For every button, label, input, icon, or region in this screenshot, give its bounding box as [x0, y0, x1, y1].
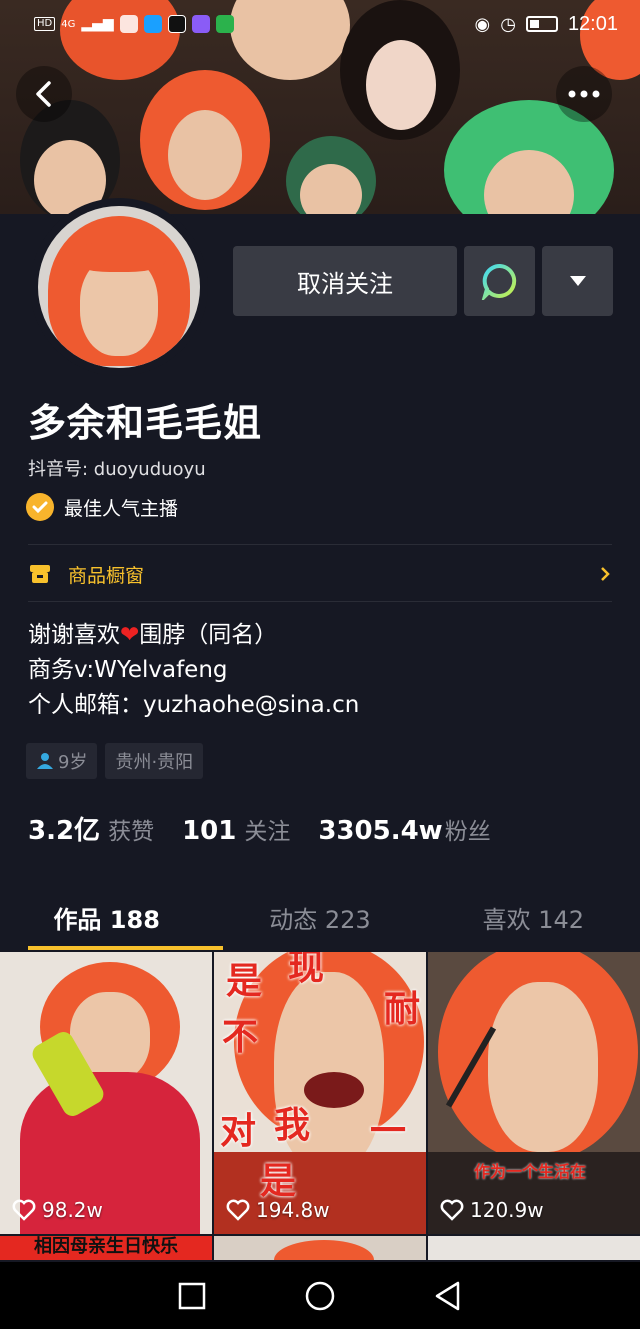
more-button[interactable]: [556, 66, 612, 122]
heart-emoji-icon: ❤: [120, 622, 140, 648]
more-dots-icon: [568, 90, 600, 98]
profile-tags: 9岁 贵州·贵阳: [26, 743, 204, 779]
following-label[interactable]: 关注: [244, 812, 290, 846]
status-bar: HD 4G ▂▄▆ ◉ ◷ 12:01: [0, 0, 640, 48]
message-button[interactable]: [464, 246, 535, 316]
video-grid: 98.2w 相因母亲生日快乐 是 现 不 耐 对 我 一 是 194.8w 作为…: [0, 952, 640, 1260]
heart-outline-icon: [12, 1199, 36, 1221]
eye-icon: ◉: [474, 13, 491, 35]
unfollow-label: 取消关注: [297, 269, 393, 298]
likes-count: 3.2亿: [28, 816, 101, 846]
notification-icon: [119, 15, 138, 33]
video-thumb[interactable]: 98.2w: [0, 952, 212, 1234]
overlay-char: 对: [220, 1111, 257, 1152]
profile-banner: HD 4G ▂▄▆ ◉ ◷ 12:01: [0, 0, 640, 214]
video-caption: 作为一个生活在: [474, 1162, 587, 1181]
check-badge-icon: [26, 493, 54, 521]
home-button[interactable]: [304, 1280, 336, 1312]
video-thumb[interactable]: [214, 1236, 426, 1260]
overlay-char: 一: [370, 1111, 407, 1152]
back-arrow-icon: [36, 81, 51, 107]
like-count: 194.8w: [226, 1198, 330, 1222]
location-tag: 贵州·贵阳: [105, 743, 204, 779]
overlay-char: 是: [260, 1161, 297, 1202]
app-icon: [215, 15, 234, 33]
recent-apps-button[interactable]: [178, 1282, 206, 1310]
likes-label: 获赞: [108, 819, 155, 845]
bio-line: 商务v:WYelvafeng: [28, 657, 228, 683]
signal-icon: ▂▄▆: [81, 16, 114, 32]
bio-line: 个人邮箱：yuzhaohe@sina.cn: [28, 692, 360, 718]
unfollow-button[interactable]: 取消关注: [233, 246, 457, 316]
dropdown-button[interactable]: [542, 246, 613, 316]
battery-icon: [525, 16, 558, 32]
chevron-right-icon: [601, 567, 610, 581]
divider: [28, 601, 612, 602]
clock: 12:01: [567, 12, 618, 35]
back-nav-button[interactable]: [434, 1281, 462, 1311]
like-count: 98.2w: [12, 1198, 103, 1222]
banner-face: [286, 136, 376, 214]
avatar-frame: [30, 198, 208, 376]
overlay-char: 现: [288, 952, 325, 988]
verified-badge-row: 最佳人气主播: [26, 493, 178, 521]
bio: 谢谢喜欢❤围脖（同名） 商务v:WYelvafeng 个人邮箱：yuzhaohe…: [28, 618, 359, 723]
badge-label: 最佳人气主播: [64, 497, 179, 520]
douyin-id: 抖音号: duoyuduoyu: [28, 459, 206, 480]
like-count: 120.9w: [440, 1198, 544, 1222]
app-icon: [143, 15, 162, 33]
tab-posts[interactable]: 动态 223: [213, 884, 426, 950]
tab-works[interactable]: 作品 188: [0, 884, 213, 950]
alarm-icon: ◷: [500, 13, 516, 35]
shop-icon: [30, 565, 50, 583]
active-tab-indicator: [28, 946, 223, 950]
followers-label[interactable]: 粉丝: [445, 812, 491, 846]
overlay-char: 我: [274, 1105, 311, 1146]
network-indicator: 4G: [61, 18, 76, 30]
person-icon: [37, 753, 53, 769]
tab-likes[interactable]: 喜欢 142: [427, 884, 640, 950]
heart-outline-icon: [226, 1199, 250, 1221]
heart-outline-icon: [440, 1199, 464, 1221]
video-thumb[interactable]: 作为一个生活在 120.9w: [428, 952, 640, 1234]
nickname: 多余和毛毛姐: [28, 401, 263, 445]
overlay-char: 是: [226, 961, 263, 1002]
divider: [28, 544, 612, 545]
triangle-down-icon: [569, 276, 586, 286]
overlay-char: 耐: [384, 989, 421, 1030]
bio-line: 谢谢喜欢❤围脖（同名）: [28, 622, 278, 648]
chat-bubble-icon: [481, 263, 516, 300]
system-nav-bar: [0, 1262, 640, 1329]
shop-window-link[interactable]: 商品橱窗: [28, 556, 612, 592]
app-icon: [191, 15, 210, 33]
tiktok-icon: [167, 15, 186, 33]
avatar[interactable]: [38, 206, 200, 368]
shop-window-label: 商品橱窗: [68, 564, 145, 587]
age-tag: 9岁: [26, 743, 98, 779]
video-thumb[interactable]: 是 现 不 耐 对 我 一 是 194.8w: [214, 952, 426, 1234]
content-tabs: 作品 188 动态 223 喜欢 142: [0, 884, 640, 950]
video-thumb[interactable]: [428, 1236, 640, 1260]
following-count[interactable]: 101: [182, 816, 236, 846]
stats-row: 3.2亿 获赞 101 关注 3305.4w 粉丝: [28, 810, 519, 847]
hd-indicator: HD: [34, 17, 56, 31]
video-caption: 相因母亲生日快乐: [34, 1236, 178, 1257]
video-thumb[interactable]: 相因母亲生日快乐: [0, 1236, 212, 1260]
banner-face: [140, 70, 270, 210]
overlay-char: 不: [222, 1017, 259, 1058]
followers-count[interactable]: 3305.4w: [318, 816, 442, 846]
back-button[interactable]: [16, 66, 72, 122]
